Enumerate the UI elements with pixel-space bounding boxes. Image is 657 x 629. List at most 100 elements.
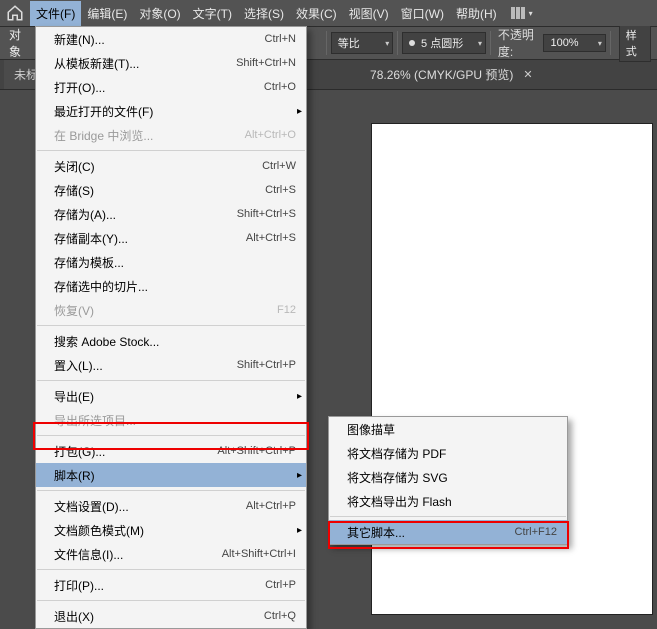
menu-item-label: 新建(N)...: [54, 31, 105, 48]
close-icon[interactable]: ✕: [523, 68, 532, 81]
menu-item-shortcut: Shift+Ctrl+P: [237, 359, 296, 371]
menu-item-label: 恢复(V): [54, 302, 94, 319]
file-menu-item-29[interactable]: 退出(X)Ctrl+Q: [36, 604, 306, 628]
file-menu-item-0[interactable]: 新建(N)... Ctrl+N: [36, 27, 306, 51]
menu-select[interactable]: 选择(S): [238, 1, 290, 26]
menu-item-shortcut: Ctrl+O: [264, 81, 296, 93]
file-menu-item-1[interactable]: 从模板新建(T)...Shift+Ctrl+N: [36, 51, 306, 75]
file-menu-item-10[interactable]: 存储为模板...: [36, 250, 306, 274]
file-menu-separator: [37, 150, 305, 151]
home-icon[interactable]: [6, 4, 24, 22]
menu-view[interactable]: 视图(V): [343, 1, 395, 26]
document-tab-info[interactable]: 78.26% (CMYK/GPU 预览) ✕: [360, 60, 543, 89]
menu-item-shortcut: Alt+Ctrl+O: [245, 129, 296, 141]
file-menu-item-14[interactable]: 搜索 Adobe Stock...: [36, 329, 306, 353]
menu-item-label: 打包(G)...: [54, 443, 105, 460]
opacity-label: 不透明度:: [498, 26, 541, 60]
menu-help[interactable]: 帮助(H): [450, 1, 503, 26]
file-menu-item-23[interactable]: 文档设置(D)...Alt+Ctrl+P: [36, 494, 306, 518]
menu-item-label: 打开(O)...: [54, 79, 105, 96]
menu-item-label: 关闭(C): [54, 158, 95, 175]
menu-item-label: 将文档存储为 SVG: [347, 469, 448, 486]
file-menu-item-2[interactable]: 打开(O)... Ctrl+O: [36, 75, 306, 99]
menu-item-label: 图像描草: [347, 421, 395, 438]
menubar: 文件(F) 编辑(E) 对象(O) 文字(T) 选择(S) 效果(C) 视图(V…: [0, 0, 657, 26]
menu-item-label: 置入(L)...: [54, 357, 103, 374]
menu-window[interactable]: 窗口(W): [395, 1, 450, 26]
menu-item-label: 存储副本(Y)...: [54, 230, 128, 247]
file-menu-item-24[interactable]: 文档颜色模式(M) ▸: [36, 518, 306, 542]
submenu-arrow-icon: ▸: [297, 106, 302, 117]
file-menu-separator: [37, 325, 305, 326]
menu-item-label: 在 Bridge 中浏览...: [54, 127, 153, 144]
scripts-submenu-item-0[interactable]: 图像描草: [329, 417, 567, 441]
menu-item-label: 文件信息(I)...: [54, 546, 123, 563]
file-menu-item-25[interactable]: 文件信息(I)... Alt+Shift+Ctrl+I: [36, 542, 306, 566]
menu-item-shortcut: F12: [277, 304, 296, 316]
menu-item-shortcut: Ctrl+W: [262, 160, 296, 172]
menu-item-shortcut: Ctrl+S: [265, 184, 296, 196]
align-dropdown[interactable]: 等比▾: [331, 32, 393, 54]
menu-item-label: 存储(S): [54, 182, 94, 199]
menu-item-shortcut: Shift+Ctrl+S: [237, 208, 296, 220]
menu-item-label: 脚本(R): [54, 467, 95, 484]
menu-item-shortcut: Alt+Shift+Ctrl+P: [217, 445, 296, 457]
menu-type[interactable]: 文字(T): [187, 1, 238, 26]
file-menu-separator: [37, 569, 305, 570]
menu-item-label: 最近打开的文件(F): [54, 103, 153, 120]
file-menu-item-6[interactable]: 关闭(C) Ctrl+W: [36, 154, 306, 178]
scripts-submenu-item-3[interactable]: 将文档导出为 Flash: [329, 489, 567, 513]
menu-item-label: 导出(E): [54, 388, 94, 405]
tab-title-right: 78.26% (CMYK/GPU 预览): [370, 66, 513, 83]
menu-item-shortcut: Ctrl+Q: [264, 610, 296, 622]
menu-item-label: 将文档存储为 PDF: [347, 445, 446, 462]
dot-icon: [409, 40, 415, 46]
scripts-submenu-separator: [330, 516, 566, 517]
submenu-arrow-icon: ▸: [297, 470, 302, 481]
menu-item-label: 文档颜色模式(M): [54, 522, 144, 539]
file-menu-item-17[interactable]: 导出(E) ▸: [36, 384, 306, 408]
menu-item-label: 打印(P)...: [54, 577, 104, 594]
scripts-submenu-item-2[interactable]: 将文档存储为 SVG: [329, 465, 567, 489]
scripts-submenu-item-5[interactable]: 其它脚本...Ctrl+F12: [329, 520, 567, 544]
file-menu-item-9[interactable]: 存储副本(Y)... Alt+Ctrl+S: [36, 226, 306, 250]
opacity-field[interactable]: 100%▾: [543, 34, 605, 52]
file-menu-item-7[interactable]: 存储(S) Ctrl+S: [36, 178, 306, 202]
stroke-profile-dropdown[interactable]: 5 点圆形▾: [402, 32, 486, 54]
menu-item-shortcut: Alt+Ctrl+S: [246, 232, 296, 244]
file-menu-separator: [37, 490, 305, 491]
chevron-down-icon: ▾: [598, 39, 602, 48]
file-menu-dropdown: 新建(N)...Ctrl+N从模板新建(T)...Shift+Ctrl+N打开(…: [35, 26, 307, 629]
file-menu-item-21[interactable]: 脚本(R) ▸: [36, 463, 306, 487]
menu-effect[interactable]: 效果(C): [290, 1, 343, 26]
menu-item-label: 搜索 Adobe Stock...: [54, 333, 159, 350]
file-menu-item-15[interactable]: 置入(L)... Shift+Ctrl+P: [36, 353, 306, 377]
menu-item-shortcut: Alt+Shift+Ctrl+I: [222, 548, 296, 560]
menu-item-shortcut: Alt+Ctrl+P: [246, 500, 296, 512]
submenu-arrow-icon: ▸: [297, 525, 302, 536]
file-menu-item-27[interactable]: 打印(P)... Ctrl+P: [36, 573, 306, 597]
chevron-down-icon: ▾: [478, 39, 482, 48]
file-menu-item-20[interactable]: 打包(G)... Alt+Shift+Ctrl+P: [36, 439, 306, 463]
chevron-down-icon: ▾: [385, 39, 389, 48]
chevron-down-icon[interactable]: ▾: [529, 9, 533, 18]
file-menu-item-8[interactable]: 存储为(A)... Shift+Ctrl+S: [36, 202, 306, 226]
menu-item-label: 将文档导出为 Flash: [347, 493, 452, 510]
submenu-arrow-icon: ▸: [297, 391, 302, 402]
file-menu-item-3[interactable]: 最近打开的文件(F) ▸: [36, 99, 306, 123]
file-menu-separator: [37, 435, 305, 436]
menu-file[interactable]: 文件(F): [30, 1, 81, 26]
file-menu-item-11[interactable]: 存储选中的切片...: [36, 274, 306, 298]
style-button[interactable]: 样式: [619, 24, 651, 62]
menu-item-label: 存储为模板...: [54, 254, 124, 271]
arrange-docs-icon[interactable]: [511, 7, 525, 19]
menu-item-label: 存储为(A)...: [54, 206, 116, 223]
menu-item-shortcut: Ctrl+N: [265, 33, 296, 45]
menu-edit[interactable]: 编辑(E): [81, 1, 133, 26]
menu-object[interactable]: 对象(O): [133, 1, 186, 26]
menu-item-label: 导出所选项目...: [54, 412, 136, 429]
menu-item-shortcut: Ctrl+P: [265, 579, 296, 591]
file-menu-separator: [37, 380, 305, 381]
scripts-submenu-item-1[interactable]: 将文档存储为 PDF: [329, 441, 567, 465]
file-menu-item-4: 在 Bridge 中浏览... Alt+Ctrl+O: [36, 123, 306, 147]
